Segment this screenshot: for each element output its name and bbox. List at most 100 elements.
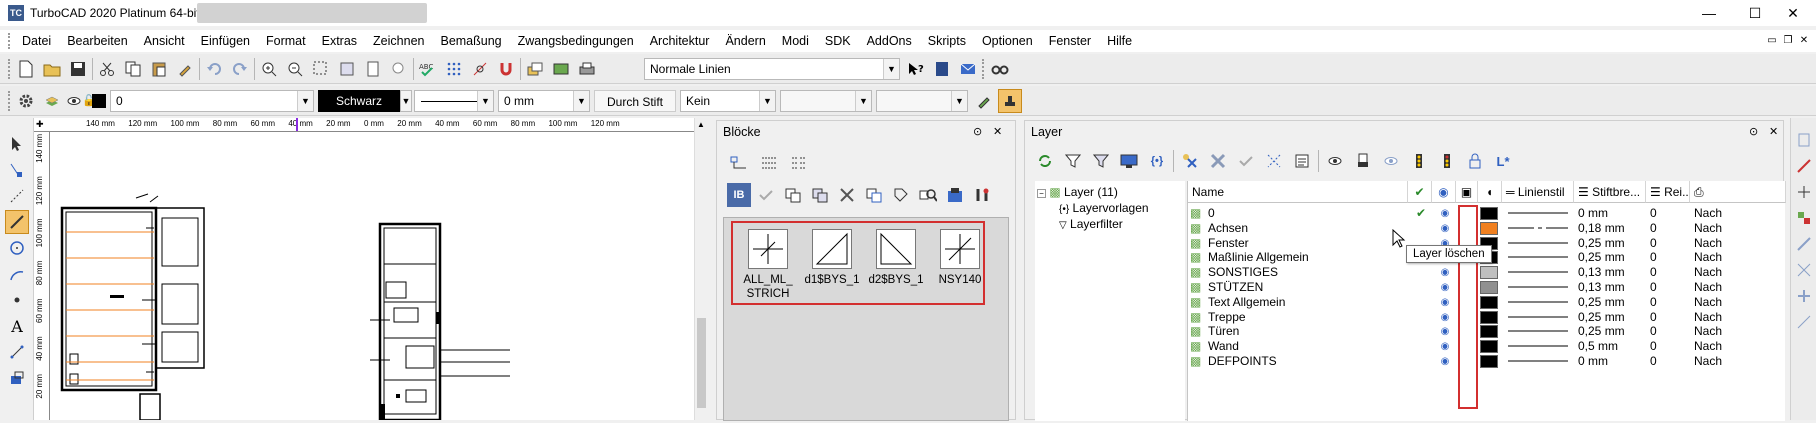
layer-print-mode[interactable]: Nach	[1694, 353, 1734, 370]
menu-extras[interactable]: Extras	[314, 30, 365, 52]
zoom-window-icon[interactable]	[309, 57, 333, 81]
side-tool-4-icon[interactable]	[1792, 206, 1816, 230]
close-icon[interactable]: ✕	[1769, 125, 1778, 138]
arc-tool-icon[interactable]	[5, 262, 29, 286]
traffic-light-icon[interactable]	[1407, 149, 1431, 173]
line-tool-icon[interactable]	[5, 210, 29, 234]
print-layer-icon[interactable]	[1351, 149, 1375, 173]
traffic-light-red-icon[interactable]	[1435, 149, 1459, 173]
tree-root-layer[interactable]: − ▩ Layer (11)	[1037, 185, 1118, 199]
side-tool-8-icon[interactable]	[1792, 310, 1816, 334]
column-header-active-check-icon[interactable]: ✔	[1408, 181, 1432, 203]
close-icon[interactable]: ✕	[993, 125, 1002, 138]
pen-mode-button[interactable]: Durch Stift	[594, 90, 676, 112]
context-help-icon[interactable]: ?	[904, 57, 928, 81]
design-director-icon[interactable]	[549, 57, 573, 81]
menu-bearbeiten[interactable]: Bearbeiten	[59, 30, 135, 52]
menu-hilfe[interactable]: Hilfe	[1099, 30, 1140, 52]
block-view-icon[interactable]	[727, 151, 751, 175]
toolbar-grip[interactable]	[8, 91, 12, 111]
menu-optionen[interactable]: Optionen	[974, 30, 1041, 52]
print-icon[interactable]	[575, 57, 599, 81]
show-all-eye-icon[interactable]	[1323, 149, 1347, 173]
copy-icon[interactable]	[121, 57, 145, 81]
circle-tool-icon[interactable]	[5, 236, 29, 260]
layer-dropdown[interactable]: 0 ▼	[110, 90, 314, 112]
paste-icon[interactable]	[147, 57, 171, 81]
block-item[interactable]: d2$BYS_1	[865, 229, 927, 287]
line-style-dropdown[interactable]: Normale Linien ▼	[644, 58, 900, 80]
email-icon[interactable]	[956, 57, 980, 81]
layer-manager-icon[interactable]	[523, 57, 547, 81]
minimize-button[interactable]: —	[1686, 0, 1732, 26]
new-file-icon[interactable]	[14, 57, 38, 81]
set-active-layer-icon[interactable]	[1234, 149, 1258, 173]
side-tool-6-icon[interactable]	[1792, 258, 1816, 282]
layer-linestyle-cell[interactable]	[1506, 353, 1572, 370]
line-width-dropdown[interactable]: 0 mm ▼	[498, 90, 590, 112]
grid-icon[interactable]	[442, 57, 466, 81]
layer-template-icon[interactable]: {•}	[1145, 149, 1169, 173]
delete-layer-icon[interactable]	[1206, 149, 1230, 173]
side-tool-3-icon[interactable]	[1792, 180, 1816, 204]
layer-color-cell[interactable]	[1480, 353, 1502, 370]
layer-properties-icon[interactable]	[1290, 149, 1314, 173]
insert-block-icon[interactable]: IB	[727, 183, 751, 207]
tools-icon[interactable]	[970, 183, 994, 207]
point-dot-icon[interactable]	[5, 288, 29, 312]
layer-row[interactable]: ▩ DEFPOINTS ◉ 0 mm 0 Nach	[1188, 353, 1786, 370]
scroll-up-icon[interactable]: ▲	[697, 120, 705, 129]
pin-icon[interactable]: ⊙	[1749, 125, 1758, 138]
filter-edit-icon[interactable]	[1089, 149, 1113, 173]
layer-order[interactable]: 0	[1650, 353, 1688, 370]
copy-block-icon[interactable]	[781, 183, 805, 207]
tree-layervorlagen[interactable]: {•} Layervorlagen	[1059, 201, 1149, 215]
menu-skripts[interactable]: Skripts	[920, 30, 974, 52]
glasses-icon[interactable]	[988, 57, 1012, 81]
refresh-icon[interactable]	[1033, 149, 1057, 173]
dimension-tool-icon[interactable]	[5, 340, 29, 364]
layer-star-icon[interactable]: L*	[1491, 149, 1515, 173]
tree-layerfilter[interactable]: ▽ Layerfilter	[1059, 217, 1123, 231]
open-folder-icon[interactable]	[40, 57, 64, 81]
merge-layers-icon[interactable]	[1262, 149, 1286, 173]
column-header-color-icon[interactable]: ◖	[1478, 181, 1502, 203]
chevron-down-icon[interactable]: ▼	[400, 90, 412, 112]
collapse-icon[interactable]: −	[1037, 189, 1046, 198]
pick-properties-icon[interactable]	[972, 89, 996, 113]
visibility-eye-icon[interactable]: ◉	[1438, 353, 1452, 370]
hatch-tool-icon[interactable]	[5, 366, 29, 390]
stamp-icon[interactable]	[998, 89, 1022, 113]
column-header-print[interactable]: ⎙	[1690, 181, 1786, 203]
toolbar-grip[interactable]	[8, 59, 12, 79]
block-tree-icon[interactable]	[787, 151, 811, 175]
mdi-minimize-button[interactable]: ▭	[1764, 34, 1780, 48]
save-icon[interactable]	[66, 57, 90, 81]
zoom-extents-icon[interactable]	[335, 57, 359, 81]
menu-einfuegen[interactable]: Einfügen	[193, 30, 258, 52]
pin-icon[interactable]: ⊙	[973, 125, 982, 138]
zoom-out-icon[interactable]	[283, 57, 307, 81]
layer-icon[interactable]	[40, 89, 64, 113]
side-tool-2-icon[interactable]	[1792, 154, 1816, 178]
book-icon[interactable]	[930, 57, 954, 81]
undo-icon[interactable]	[202, 57, 226, 81]
edit-block-icon[interactable]	[862, 183, 886, 207]
scrollbar-thumb[interactable]	[697, 318, 706, 408]
hide-eye-icon[interactable]	[1379, 149, 1403, 173]
column-header-name[interactable]: Name	[1188, 181, 1408, 203]
menu-zeichnen[interactable]: Zeichnen	[365, 30, 432, 52]
duplicate-block-icon[interactable]	[808, 183, 832, 207]
mdi-restore-button[interactable]: ❐	[1780, 34, 1796, 48]
close-button[interactable]: ✕	[1770, 0, 1816, 26]
node-edit-icon[interactable]	[5, 158, 29, 182]
block-item[interactable]: ALL_ML_ STRICH	[737, 229, 799, 301]
delete-block-icon[interactable]	[835, 183, 859, 207]
canvas-vertical-scrollbar[interactable]: ▲	[694, 118, 708, 420]
drawing-canvas[interactable]	[50, 132, 694, 422]
filter-icon[interactable]	[1061, 149, 1085, 173]
color-dropdown[interactable]: Schwarz	[318, 90, 400, 112]
column-header-order[interactable]: ☰ Rei...	[1646, 181, 1690, 203]
menu-addons[interactable]: AddOns	[859, 30, 920, 52]
side-tool-5-icon[interactable]	[1792, 232, 1816, 256]
